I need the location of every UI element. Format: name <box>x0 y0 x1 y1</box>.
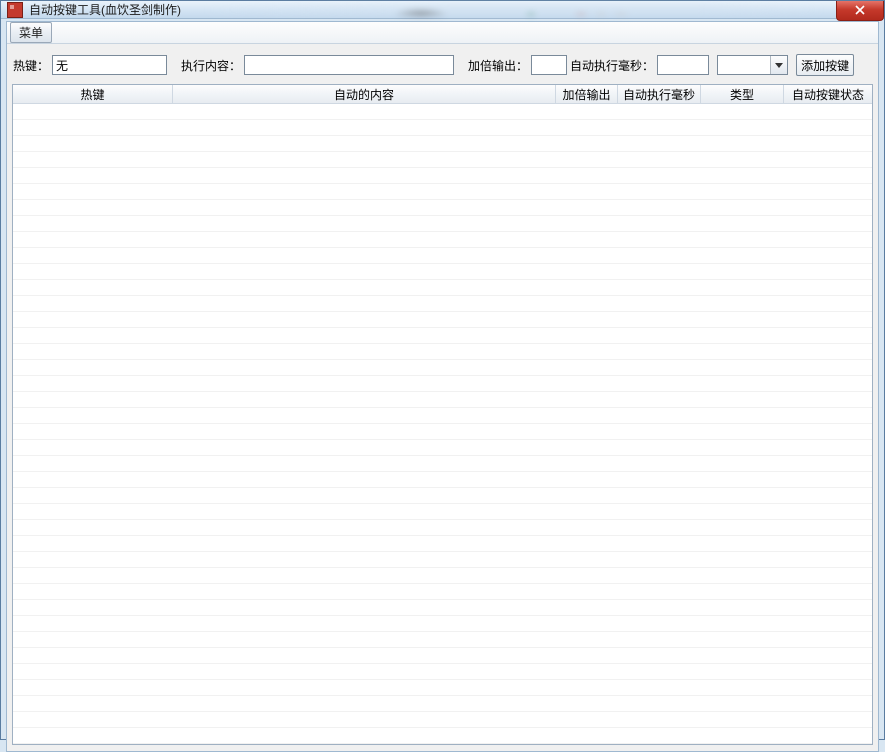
table-row[interactable] <box>13 488 872 504</box>
table-row[interactable] <box>13 520 872 536</box>
table-row[interactable] <box>13 216 872 232</box>
titlebar[interactable]: 自动按键工具(血饮圣剑制作) <box>1 1 884 19</box>
table-row[interactable] <box>13 264 872 280</box>
table-row[interactable] <box>13 312 872 328</box>
menu-button[interactable]: 菜单 <box>10 22 52 43</box>
close-icon <box>855 4 865 18</box>
menubar: 菜单 <box>7 22 878 44</box>
table-row[interactable] <box>13 584 872 600</box>
table-row[interactable] <box>13 696 872 712</box>
auto-ms-label: 自动执行毫秒： <box>570 57 654 74</box>
table-row[interactable] <box>13 328 872 344</box>
column-header-status[interactable]: 自动按键状态 <box>784 85 872 103</box>
table-row[interactable] <box>13 360 872 376</box>
app-window: 自动按键工具(血饮圣剑制作) 菜单 热键： 执行内容： 加倍输出： 自动执行毫秒… <box>0 0 885 740</box>
grid-body[interactable] <box>13 104 872 744</box>
column-header-double[interactable]: 加倍输出 <box>556 85 618 103</box>
table-row[interactable] <box>13 568 872 584</box>
table-row[interactable] <box>13 440 872 456</box>
type-combobox-dropdown-button[interactable] <box>770 56 787 74</box>
type-combobox[interactable] <box>717 55 788 75</box>
form-row: 热键： 执行内容： 加倍输出： 自动执行毫秒： 添加按键 <box>7 44 878 84</box>
add-key-button[interactable]: 添加按键 <box>796 54 854 76</box>
table-row[interactable] <box>13 296 872 312</box>
chevron-down-icon <box>775 58 783 72</box>
table-row[interactable] <box>13 280 872 296</box>
table-row[interactable] <box>13 552 872 568</box>
table-row[interactable] <box>13 504 872 520</box>
table-row[interactable] <box>13 728 872 744</box>
table-row[interactable] <box>13 200 872 216</box>
column-header-type[interactable]: 类型 <box>701 85 784 103</box>
table-row[interactable] <box>13 104 872 120</box>
table-row[interactable] <box>13 600 872 616</box>
client-area: 菜单 热键： 执行内容： 加倍输出： 自动执行毫秒： <box>6 21 879 752</box>
table-row[interactable] <box>13 408 872 424</box>
column-header-hotkey[interactable]: 热键 <box>13 85 173 103</box>
table-row[interactable] <box>13 392 872 408</box>
table-row[interactable] <box>13 712 872 728</box>
window-title: 自动按键工具(血饮圣剑制作) <box>29 1 181 18</box>
table-row[interactable] <box>13 184 872 200</box>
auto-ms-input[interactable] <box>657 55 709 75</box>
table-row[interactable] <box>13 680 872 696</box>
table-row[interactable] <box>13 152 872 168</box>
double-output-label: 加倍输出： <box>468 57 528 74</box>
table-row[interactable] <box>13 232 872 248</box>
content-label: 执行内容： <box>181 57 241 74</box>
double-output-input[interactable] <box>531 55 567 75</box>
app-icon <box>7 2 23 18</box>
table-row[interactable] <box>13 456 872 472</box>
table-row[interactable] <box>13 536 872 552</box>
table-row[interactable] <box>13 168 872 184</box>
hotkey-label: 热键： <box>13 57 49 74</box>
table-row[interactable] <box>13 248 872 264</box>
table-row[interactable] <box>13 616 872 632</box>
table-row[interactable] <box>13 136 872 152</box>
titlebar-background-blur <box>201 3 824 16</box>
grid-header: 热键 自动的内容 加倍输出 自动执行毫秒 类型 自动按键状态 <box>13 85 872 104</box>
hotkey-input[interactable] <box>52 55 167 75</box>
table-row[interactable] <box>13 376 872 392</box>
content-input[interactable] <box>244 55 454 75</box>
table-row[interactable] <box>13 664 872 680</box>
type-combobox-input[interactable] <box>718 56 770 74</box>
data-grid: 热键 自动的内容 加倍输出 自动执行毫秒 类型 自动按键状态 <box>12 84 873 745</box>
column-header-content[interactable]: 自动的内容 <box>173 85 556 103</box>
table-row[interactable] <box>13 648 872 664</box>
column-header-ms[interactable]: 自动执行毫秒 <box>618 85 701 103</box>
table-row[interactable] <box>13 344 872 360</box>
table-row[interactable] <box>13 632 872 648</box>
table-row[interactable] <box>13 472 872 488</box>
close-button[interactable] <box>836 1 884 21</box>
table-row[interactable] <box>13 424 872 440</box>
table-row[interactable] <box>13 120 872 136</box>
